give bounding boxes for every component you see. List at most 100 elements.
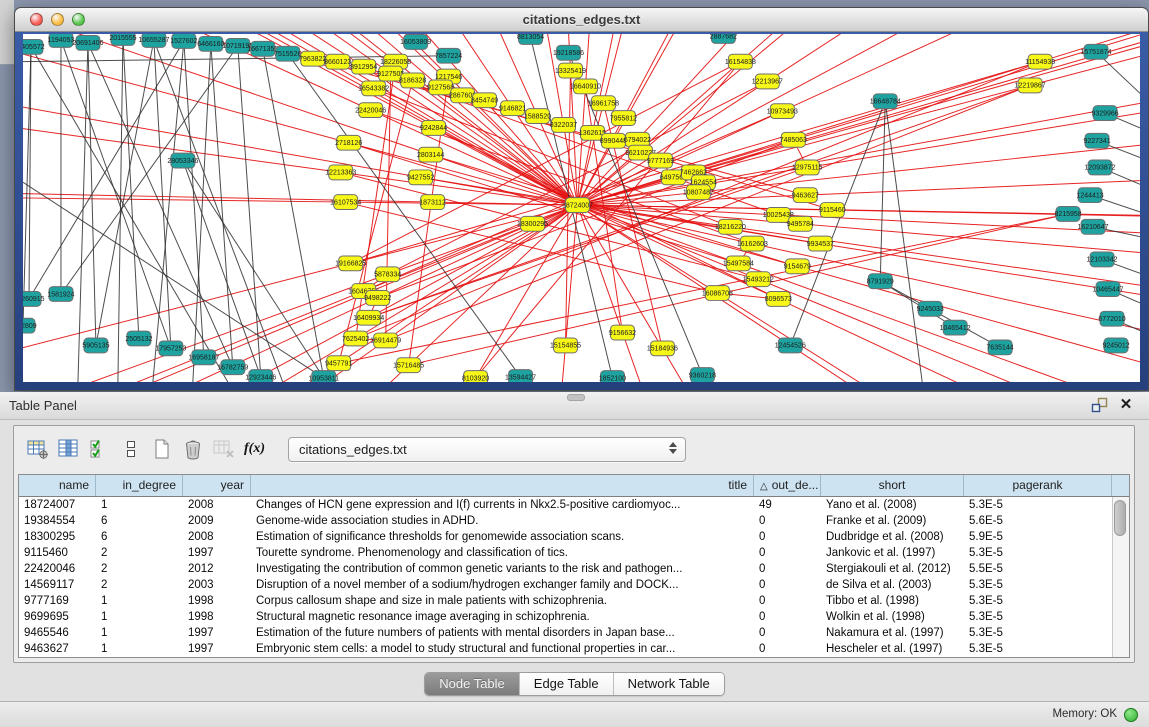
graph-node[interactable]: 8660123 — [324, 54, 351, 69]
graph-node[interactable]: 8186328 — [399, 73, 426, 88]
graph-node[interactable]: 12213363 — [325, 165, 356, 180]
graph-node[interactable]: 7485063 — [780, 132, 807, 147]
graph-node[interactable]: 15184936 — [647, 341, 678, 356]
graph-node[interactable]: 8454749 — [471, 93, 498, 108]
close-panel-icon[interactable]: ✕ — [1117, 396, 1135, 414]
graph-node[interactable]: 10465447 — [1093, 282, 1124, 297]
graph-node[interactable]: 9777169 — [647, 153, 674, 168]
table-settings-icon[interactable] — [24, 436, 51, 463]
graph-node[interactable]: 5878334 — [374, 267, 401, 282]
new-column-icon[interactable] — [148, 436, 175, 463]
graph-node[interactable]: 7955812 — [610, 111, 637, 126]
graph-node[interactable]: 1588520 — [524, 109, 551, 124]
graph-node[interactable]: 9242844 — [420, 121, 447, 136]
graph-node[interactable]: 10953811 — [308, 371, 339, 382]
graph-node[interactable]: 16210647 — [1078, 219, 1109, 234]
column-header-in_degree[interactable]: in_degree — [96, 475, 183, 496]
graph-node[interactable]: 1873112 — [419, 195, 446, 210]
panel-drag-handle[interactable] — [567, 394, 585, 401]
column-header-title[interactable]: title — [251, 475, 754, 496]
graph-node[interactable]: 2803144 — [417, 147, 444, 162]
column-header-out_de[interactable]: △out_de... — [754, 475, 821, 496]
table-row[interactable]: 969969511998Structural magnetic resonanc… — [19, 609, 1113, 625]
graph-node[interactable]: 15497584 — [723, 256, 754, 271]
graph-node[interactable]: 16782759 — [217, 360, 248, 375]
graph-node[interactable]: 16086708 — [702, 286, 733, 301]
graph-node[interactable]: 2405572 — [23, 39, 45, 54]
graph-node[interactable]: 18300295 — [517, 216, 548, 231]
graph-node[interactable]: 20691406 — [72, 35, 103, 50]
graph-node[interactable]: 12454526 — [775, 338, 806, 353]
tab-node-table[interactable]: Node Table — [425, 673, 519, 695]
table-select-dropdown[interactable]: citations_edges.txt — [288, 437, 686, 462]
table-row[interactable]: 1872400712008Changes of HCN gene express… — [19, 497, 1113, 513]
graph-node[interactable]: 1194053 — [48, 34, 75, 47]
graph-node[interactable]: 6772010 — [1098, 311, 1125, 326]
graph-node[interactable]: 12923446 — [245, 370, 276, 382]
graph-node[interactable]: 9360218 — [689, 368, 716, 382]
graph-node[interactable]: 13325419 — [555, 63, 586, 78]
graph-node[interactable]: 10973493 — [767, 104, 798, 119]
table-row[interactable]: 2242004622012Investigating the contribut… — [19, 561, 1113, 577]
graph-node[interactable]: 16162603 — [737, 236, 768, 251]
column-header-year[interactable]: year — [183, 475, 251, 496]
graph-node[interactable]: 7635144 — [987, 340, 1014, 355]
graph-node[interactable]: 8912954 — [350, 59, 377, 74]
graph-node[interactable]: 7515526 — [274, 46, 301, 61]
table-row[interactable]: 1830029562008Estimation of significance … — [19, 529, 1113, 545]
graph-node[interactable]: 9245033 — [917, 301, 944, 316]
float-panel-icon[interactable] — [1090, 396, 1108, 414]
graph-node[interactable]: 12093872 — [1085, 160, 1116, 175]
graph-node[interactable]: 15751874 — [1081, 44, 1112, 59]
window-titlebar[interactable]: citations_edges.txt — [15, 8, 1148, 32]
table-row[interactable]: 946362711997Embryonic stem cells: a mode… — [19, 641, 1113, 657]
vertical-scrollbar[interactable] — [1112, 497, 1129, 657]
graph-node[interactable]: 19166825 — [335, 256, 366, 271]
scrollbar-thumb[interactable] — [1114, 500, 1126, 536]
graph-node[interactable]: 16958187 — [188, 350, 219, 365]
graph-node[interactable]: 16543382 — [358, 81, 389, 96]
graph-node[interactable]: 2505132 — [125, 331, 152, 346]
graph-node[interactable]: 12219867 — [1015, 78, 1046, 93]
graph-node[interactable]: 18724007 — [562, 198, 593, 213]
graph-node[interactable]: 5905135 — [82, 338, 109, 353]
function-builder-icon[interactable]: f(x) — [241, 436, 268, 463]
graph-node[interactable]: 12975115 — [792, 160, 823, 175]
graph-node[interactable]: 10465412 — [940, 320, 971, 335]
delete-table-icon[interactable] — [210, 436, 237, 463]
graph-node[interactable]: 12213967 — [752, 74, 783, 89]
column-select-icon[interactable] — [86, 436, 113, 463]
graph-node[interactable]: 6466160 — [197, 36, 224, 51]
graph-node[interactable]: 8103920 — [462, 371, 489, 382]
graph-node[interactable]: 9329966 — [1091, 106, 1118, 121]
graph-node[interactable]: 9115460 — [819, 203, 846, 218]
graph-node[interactable]: 15154855 — [550, 338, 581, 353]
graph-node[interactable]: 17957253 — [155, 341, 186, 356]
graph-node[interactable]: 18216220 — [715, 219, 746, 234]
citation-network-graph[interactable]: 2405572119405320691406201555510655287152… — [23, 34, 1140, 382]
graph-node[interactable]: 2718126 — [335, 135, 362, 150]
column-header-pagerank[interactable]: pagerank — [964, 475, 1112, 496]
graph-node[interactable]: 9934537 — [807, 236, 834, 251]
graph-node[interactable]: 15493212 — [743, 272, 774, 287]
graph-node[interactable]: 1852100 — [599, 371, 626, 382]
graph-node[interactable]: 9457791 — [325, 356, 352, 371]
row-height-icon[interactable] — [117, 436, 144, 463]
graph-node[interactable]: 9427552 — [407, 170, 434, 185]
graph-node[interactable]: 8322037 — [550, 118, 577, 133]
graph-node[interactable]: 1932809 — [23, 318, 37, 333]
column-header-short[interactable]: short — [821, 475, 964, 496]
graph-node[interactable]: 16961758 — [588, 96, 619, 111]
table-panel-header[interactable]: Table Panel ✕ — [0, 392, 1149, 420]
graph-node[interactable]: 8813054 — [517, 34, 544, 44]
minimize-button[interactable] — [51, 13, 64, 26]
graph-node[interactable]: 7625402 — [342, 331, 369, 346]
tab-edge-table[interactable]: Edge Table — [519, 673, 613, 695]
graph-node[interactable]: 16640910 — [570, 79, 601, 94]
graph-node[interactable]: 9227341 — [1083, 133, 1110, 148]
graph-node[interactable]: 9154679 — [784, 259, 811, 274]
column-header-name[interactable]: name — [19, 475, 96, 496]
table-row[interactable]: 1938455462009Genome-wide association stu… — [19, 513, 1113, 529]
column-layout-icon[interactable] — [55, 436, 82, 463]
graph-node[interactable]: 9498222 — [364, 291, 391, 306]
